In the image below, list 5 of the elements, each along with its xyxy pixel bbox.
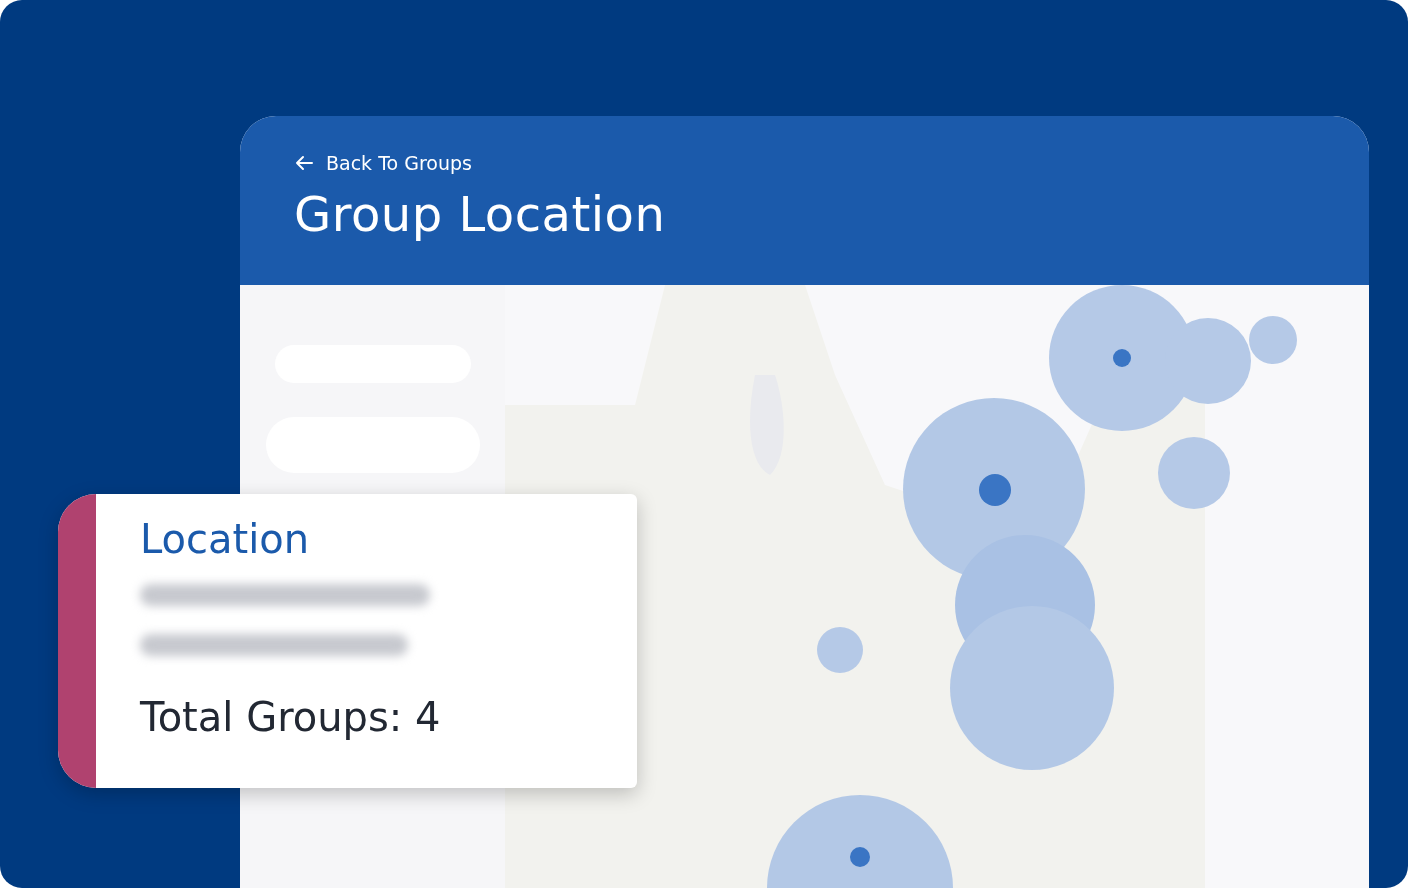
- card-heading: Location: [140, 516, 311, 562]
- total-groups: Total Groups: 4: [140, 694, 441, 740]
- back-link[interactable]: Back To Groups: [294, 152, 472, 174]
- back-arrow-icon: [294, 154, 314, 172]
- page-title: Group Location: [294, 186, 667, 242]
